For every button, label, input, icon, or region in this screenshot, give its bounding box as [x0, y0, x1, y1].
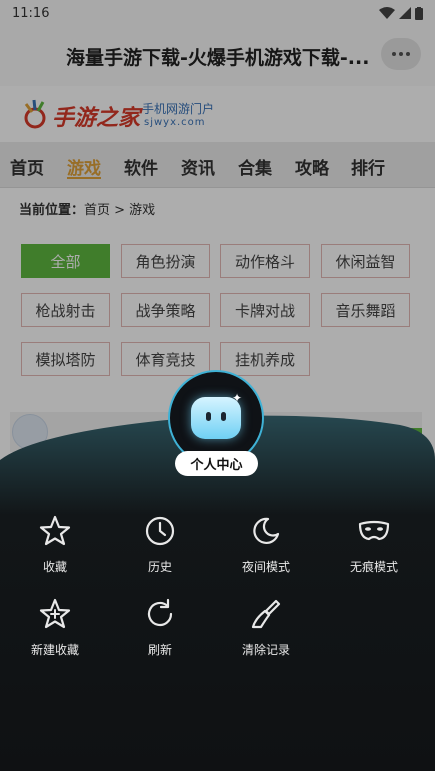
personal-center-button[interactable]: 个人中心 — [175, 451, 258, 476]
action-label: 清除记录 — [241, 643, 290, 657]
action-night-mode[interactable]: 夜间模式 — [226, 514, 306, 584]
action-label: 刷新 — [147, 643, 172, 657]
avatar-icon: ✦ — [191, 391, 242, 439]
action-label: 收藏 — [42, 560, 67, 574]
action-label: 历史 — [147, 560, 172, 574]
sparkle-icon: ✦ — [232, 391, 243, 405]
moon-icon — [253, 517, 280, 544]
clock-icon — [145, 516, 175, 546]
action-label: 无痕模式 — [349, 560, 398, 574]
mask-icon — [358, 520, 390, 541]
avatar-eye — [206, 412, 211, 421]
action-new-bookmark[interactable]: 新建收藏 — [15, 597, 95, 667]
action-incognito[interactable]: 无痕模式 — [334, 514, 414, 584]
brush-icon — [251, 599, 281, 629]
avatar-eye — [221, 412, 226, 421]
action-favorites[interactable]: 收藏 — [15, 514, 95, 584]
action-label: 夜间模式 — [241, 560, 290, 574]
action-label: 新建收藏 — [30, 643, 79, 657]
action-refresh[interactable]: 刷新 — [120, 597, 200, 667]
action-history[interactable]: 历史 — [120, 514, 200, 584]
refresh-icon — [147, 598, 173, 627]
star-plus-icon — [39, 598, 71, 629]
action-clear-history[interactable]: 清除记录 — [226, 597, 306, 667]
star-icon — [39, 515, 71, 546]
